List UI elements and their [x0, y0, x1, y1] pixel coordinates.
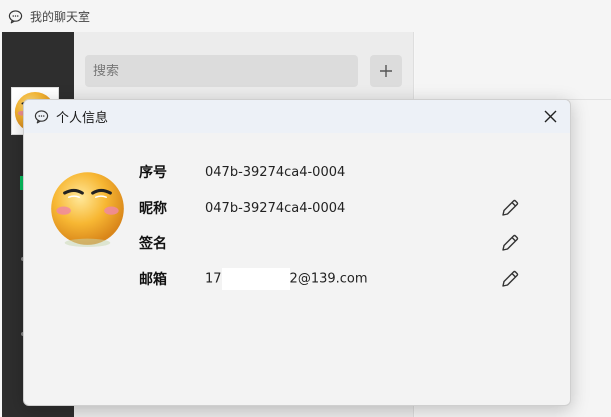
field-value: 047b-39274ca4-0004: [205, 200, 346, 216]
info-row-nickname: 昵称 047b-39274ca4-0004: [139, 197, 529, 219]
pencil-icon: [502, 234, 519, 251]
chat-bubble-icon: [33, 108, 50, 125]
close-button[interactable]: [537, 103, 564, 130]
email-suffix: 2@139.com: [289, 271, 368, 287]
info-row-signature: 签名: [139, 232, 529, 254]
window-titlebar: 我的聊天室: [0, 0, 611, 32]
field-label: 签名: [139, 236, 167, 252]
info-row-id: 序号 047b-39274ca4-0004: [139, 161, 529, 183]
redaction-mask: [221, 268, 290, 290]
info-row-email: 邮箱 17 2@139.com: [139, 268, 529, 290]
edit-nickname-button[interactable]: [498, 196, 522, 220]
add-button[interactable]: [370, 55, 402, 87]
search-input[interactable]: [93, 63, 358, 79]
plus-icon: [380, 65, 392, 77]
email-value: 17 2@139.com: [205, 268, 368, 290]
window-title: 我的聊天室: [30, 9, 91, 24]
smiley-avatar-icon: [51, 172, 124, 247]
field-label: 昵称: [139, 201, 167, 217]
dialog-title: 个人信息: [56, 111, 109, 126]
pencil-icon: [502, 270, 519, 287]
field-value: 047b-39274ca4-0004: [205, 164, 346, 180]
field-label: 邮箱: [139, 272, 167, 288]
close-icon: [544, 110, 557, 123]
pencil-icon: [502, 199, 519, 216]
search-box: [85, 55, 358, 87]
chat-bubble-icon: [7, 8, 24, 25]
email-prefix: 17: [205, 271, 222, 287]
edit-email-button[interactable]: [498, 267, 522, 291]
edit-signature-button[interactable]: [498, 231, 522, 255]
profile-avatar: [46, 165, 129, 248]
profile-dialog: 个人信息 序号 047b-39274ca4-0004 昵称 047b-39274…: [23, 99, 571, 406]
dialog-header: 个人信息: [24, 100, 570, 133]
field-label: 序号: [139, 165, 167, 181]
